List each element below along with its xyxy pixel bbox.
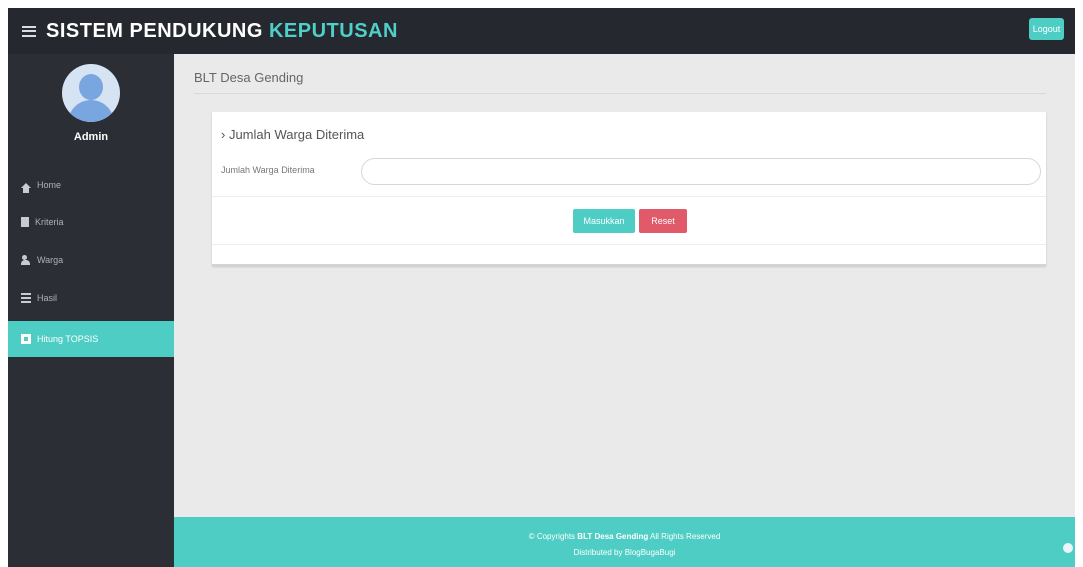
sidebar-item-label: Home — [37, 180, 62, 190]
reset-button[interactable]: Reset — [639, 209, 687, 233]
save-button[interactable]: Masukkan — [573, 209, 635, 233]
sidebar-item-label: Warga — [37, 255, 64, 265]
list-icon — [21, 293, 31, 303]
app-brand: SISTEM PENDUKUNG KEPUTUSAN — [46, 20, 398, 43]
scroll-top-icon[interactable] — [1063, 543, 1073, 553]
card-title: › Jumlah Warga Diterima — [221, 127, 365, 142]
copyright-suffix: All Rights Reserved — [650, 532, 721, 541]
menu-toggle-icon[interactable] — [22, 25, 36, 37]
card-divider — [212, 196, 1046, 197]
copyright-prefix: © Copyrights — [528, 532, 576, 541]
sidebar-item-label: Hasil — [37, 293, 58, 303]
brand-main-text: SISTEM PENDUKUNG — [46, 19, 263, 42]
top-navbar: SISTEM PENDUKUNG KEPUTUSAN Logout — [8, 8, 1075, 54]
sidebar-item-hasil[interactable]: Hasil — [8, 280, 174, 316]
copyright-brand: BLT Desa Gending — [577, 532, 649, 541]
user-name: Admin — [73, 131, 109, 143]
footer: © Copyrights BLT Desa Gending All Rights… — [174, 517, 1075, 567]
jumlah-warga-label: Jumlah Warga Diterima — [221, 165, 315, 175]
sidebar-item-label: Hitung TOPSIS — [37, 334, 99, 344]
copyright-text: © Copyrights BLT Desa Gending All Rights… — [174, 532, 1075, 541]
title-divider — [194, 93, 1046, 94]
main-content: BLT Desa Gending › Jumlah Warga Diterima… — [174, 54, 1075, 517]
sidebar-item-label: Kriteria — [35, 217, 64, 227]
file-icon — [21, 217, 29, 227]
home-icon — [21, 182, 31, 193]
sidebar: Admin Home Kriteria Warga Hasil Hitung T… — [8, 54, 174, 567]
sidebar-item-home[interactable]: Home — [8, 167, 174, 203]
sidebar-item-warga[interactable]: Warga — [8, 242, 174, 278]
card-footer-divider — [212, 244, 1046, 245]
table-icon — [21, 334, 31, 344]
users-icon — [21, 255, 31, 265]
form-card: › Jumlah Warga Diterima Jumlah Warga Dit… — [212, 112, 1046, 266]
logout-button[interactable]: Logout — [1029, 18, 1064, 40]
credit-text: Distributed by BlogBugaBugi — [573, 548, 676, 557]
sidebar-item-kriteria[interactable]: Kriteria — [8, 204, 174, 240]
brand-accent-text: KEPUTUSAN — [268, 19, 398, 42]
avatar — [62, 64, 120, 122]
page-title: BLT Desa Gending — [194, 70, 304, 85]
jumlah-warga-input[interactable] — [361, 158, 1041, 185]
sidebar-item-hitung-topsis[interactable]: Hitung TOPSIS — [8, 321, 174, 357]
